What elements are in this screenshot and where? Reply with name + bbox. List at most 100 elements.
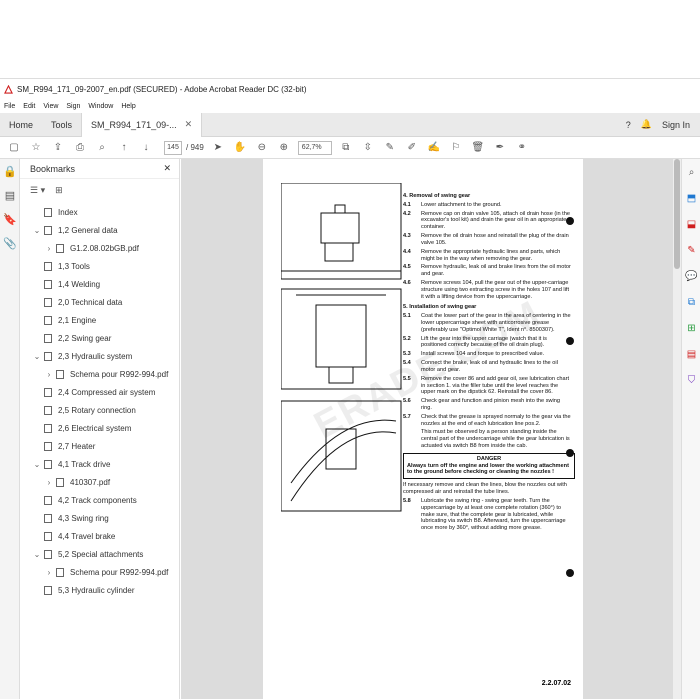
bookmark-item[interactable]: 1,4 Welding (20, 275, 179, 293)
pages-icon[interactable]: ▤ (0, 183, 20, 207)
fit-page-icon[interactable]: ⧉ (338, 140, 354, 156)
bookmark-item[interactable]: ⌄ 2,3 Hydraulic system (20, 347, 179, 365)
close-icon[interactable]: ✕ (185, 119, 193, 130)
lock-icon[interactable]: 🔒 (0, 159, 20, 183)
bookmark-label: 2,1 Engine (58, 315, 97, 325)
instruction-step: This must be observed by a person standi… (403, 429, 575, 449)
chevron-right-icon[interactable]: › (44, 568, 54, 577)
star-icon[interactable]: ☆ (28, 140, 44, 156)
bookmark-item[interactable]: 4,3 Swing ring (20, 509, 179, 527)
bookmark-item[interactable]: 5,3 Hydraulic cylinder (20, 581, 179, 599)
menu-file[interactable]: File (4, 103, 15, 110)
zoom-field[interactable]: 62,7% (297, 140, 332, 155)
bookmark-item[interactable]: Index (20, 203, 179, 221)
menu-edit[interactable]: Edit (23, 103, 35, 110)
chevron-down-icon[interactable]: ⌄ (32, 226, 42, 235)
close-panel-icon[interactable]: ✕ (163, 163, 171, 174)
export-pdf-icon[interactable]: ⬒ (682, 185, 700, 211)
sign-icon[interactable]: ✒ (492, 140, 508, 156)
chevron-right-icon[interactable]: › (44, 244, 54, 253)
bookmark-item[interactable]: ⌄ 1,2 General data (20, 221, 179, 239)
zoom-out-icon[interactable]: ⊖ (254, 140, 270, 156)
bookmark-label: 5,2 Special attachments (58, 549, 144, 559)
step-text: Remove hydraulic, leak oil and brake lin… (421, 264, 571, 278)
bookmark-item[interactable]: ⌄ 4,1 Track drive (20, 455, 179, 473)
bookmark-item[interactable]: 2,1 Engine (20, 311, 179, 329)
edit-pdf-icon[interactable]: ✎ (682, 237, 700, 263)
bookmark-item[interactable]: 4,2 Track components (20, 491, 179, 509)
draw-icon[interactable]: ✍ (426, 140, 442, 156)
bookmark-item[interactable]: › 410307.pdf (20, 473, 179, 491)
chevron-right-icon[interactable]: › (44, 478, 54, 487)
highlight-icon[interactable]: ✐ (404, 140, 420, 156)
step-text: Remove screws 104, pull the gear out of … (421, 279, 569, 300)
bookmark-item[interactable]: 1,3 Tools (20, 257, 179, 275)
bookmark-list: Index ⌄ 1,2 General data › G1.2.08.02bGB.pdf… (20, 201, 179, 599)
next-page-icon[interactable]: ↓ (138, 140, 154, 156)
create-icon[interactable]: ▢ (6, 140, 22, 156)
bookmark-item[interactable]: › G1.2.08.02bGB.pdf (20, 239, 179, 257)
menu-window[interactable]: Window (88, 103, 113, 110)
organize-icon[interactable]: ⊞ (682, 315, 700, 341)
add-bookmark-icon[interactable]: ⊞ (55, 185, 63, 196)
bookmark-label: 1,3 Tools (58, 261, 90, 271)
bookmark-item[interactable]: 2,6 Electrical system (20, 419, 179, 437)
attachment-icon[interactable]: ⚭ (514, 140, 530, 156)
protect-icon[interactable]: ⛉ (682, 367, 700, 393)
bookmark-item[interactable]: 4,4 Travel brake (20, 527, 179, 545)
tab-tools[interactable]: Tools (42, 113, 81, 137)
create-pdf-icon[interactable]: ⬓ (682, 211, 700, 237)
bookmark-page-icon (42, 225, 54, 235)
acrobat-window: SM_R994_171_09-2007_en.pdf (SECURED) - A… (0, 78, 700, 699)
vertical-scrollbar[interactable] (673, 159, 681, 699)
tab-document[interactable]: SM_R994_171_09-... ✕ (81, 112, 203, 137)
search-tool-icon[interactable]: ⌕ (682, 159, 700, 185)
chevron-down-icon[interactable]: ⌄ (32, 460, 42, 469)
bookmark-item[interactable]: › Schema pour R992-994.pdf (20, 365, 179, 383)
bell-icon[interactable]: 🔔 (641, 119, 652, 130)
page-number-field[interactable]: 145 (164, 140, 182, 155)
menu-view[interactable]: View (43, 103, 58, 110)
bookmark-item[interactable]: 2,2 Swing gear (20, 329, 179, 347)
menu-sign[interactable]: Sign (66, 103, 80, 110)
print-icon[interactable]: ⎙ (72, 140, 88, 156)
bookmark-item[interactable]: ⌄ 5,2 Special attachments (20, 545, 179, 563)
bookmark-label: 2,6 Electrical system (58, 423, 132, 433)
bookmark-item[interactable]: 2,0 Technical data (20, 293, 179, 311)
prev-page-icon[interactable]: ↑ (116, 140, 132, 156)
chevron-right-icon[interactable]: › (44, 370, 54, 379)
attachments-icon[interactable]: 📎 (0, 231, 20, 255)
step-number: 5.1 (403, 313, 411, 320)
select-cursor-icon[interactable]: ➤ (210, 140, 226, 156)
search-icon[interactable]: ⌕ (94, 140, 110, 156)
bookmark-item[interactable]: 2,4 Compressed air system (20, 383, 179, 401)
sign-in-button[interactable]: Sign In (662, 120, 690, 130)
chevron-down-icon[interactable]: ⌄ (32, 352, 42, 361)
combine-icon[interactable]: ⧉ (682, 289, 700, 315)
delete-icon[interactable]: 🗑 (470, 140, 486, 156)
bookmark-page-icon (54, 243, 66, 253)
stamp-icon[interactable]: ⚐ (448, 140, 464, 156)
comment-icon[interactable]: ✎ (382, 140, 398, 156)
scroll-mode-icon[interactable]: ⇳ (360, 140, 376, 156)
tools-rail: ⌕ ⬒ ⬓ ✎ 💬 ⧉ ⊞ ▤ ⛉ (681, 159, 700, 699)
bookmark-item[interactable]: 2,7 Heater (20, 437, 179, 455)
danger-box: DANGER Always turn off the engine and low… (403, 452, 575, 480)
tab-home[interactable]: Home (0, 113, 42, 137)
hand-tool-icon[interactable]: ✋ (232, 140, 248, 156)
bookmark-item[interactable]: 2,5 Rotary connection (20, 401, 179, 419)
zoom-in-icon[interactable]: ⊕ (276, 140, 292, 156)
upload-icon[interactable]: ⇪ (50, 140, 66, 156)
bookmark-icon[interactable]: 🔖 (0, 207, 20, 231)
bookmark-page-icon (54, 369, 66, 379)
document-view[interactable]: 4. Removal of swing gear 4.1 Lower attachm… (181, 159, 681, 699)
bookmark-item[interactable]: › Schema pour R992-994.pdf (20, 563, 179, 581)
options-icon[interactable]: ☰ ▾ (30, 185, 45, 196)
scroll-thumb[interactable] (674, 159, 680, 269)
help-icon[interactable]: ? (626, 120, 631, 130)
redact-icon[interactable]: ▤ (682, 341, 700, 367)
menu-help[interactable]: Help (121, 103, 135, 110)
chevron-down-icon[interactable]: ⌄ (32, 550, 42, 559)
comment-tool-icon[interactable]: 💬 (682, 263, 700, 289)
bookmark-label: 4,1 Track drive (58, 459, 111, 469)
